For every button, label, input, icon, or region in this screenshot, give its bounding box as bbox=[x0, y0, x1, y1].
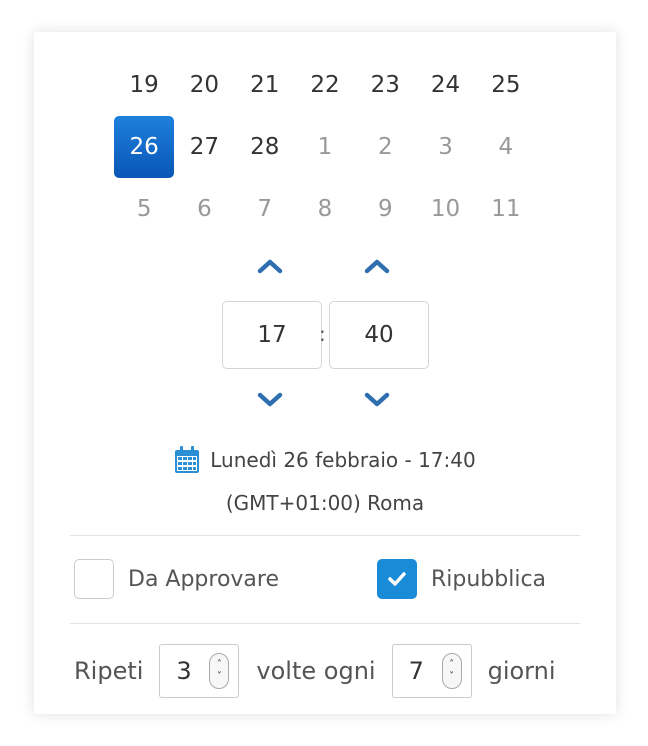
minute-field[interactable]: 40 bbox=[329, 301, 429, 369]
calendar-day[interactable]: 22 bbox=[295, 54, 355, 116]
timezone-text: (GMT+01:00) Roma bbox=[225, 491, 425, 515]
calendar-week-row: 5 6 7 8 9 10 11 bbox=[114, 178, 536, 240]
calendar-day[interactable]: 21 bbox=[235, 54, 295, 116]
selected-date-text: Lunedì 26 febbraio - 17:40 bbox=[210, 448, 476, 472]
republish-checkbox[interactable] bbox=[377, 559, 417, 599]
calendar-day[interactable]: 25 bbox=[476, 54, 536, 116]
every-label: volte ogni bbox=[256, 657, 376, 685]
checkmark-icon bbox=[388, 572, 406, 586]
date-time-picker-panel: 19 20 21 22 23 24 25 26 27 28 1 2 3 4 5 6 7 8 9 10 11 17 : 4… bbox=[34, 32, 616, 714]
chevron-down-icon bbox=[257, 392, 283, 407]
calendar-day[interactable]: 2 bbox=[355, 116, 415, 178]
repeat-times-stepper[interactable]: 3 ˄ ˅ bbox=[159, 644, 240, 698]
republish-option[interactable]: Ripubblica bbox=[377, 559, 546, 599]
chevron-up-icon bbox=[257, 259, 283, 274]
calendar-week-row: 19 20 21 22 23 24 25 bbox=[114, 54, 536, 116]
selected-datetime-summary: Lunedì 26 febbraio - 17:40 bbox=[34, 446, 616, 474]
calendar-day[interactable]: 3 bbox=[415, 116, 475, 178]
calendar-day[interactable]: 5 bbox=[114, 178, 174, 240]
hour-field[interactable]: 17 bbox=[222, 301, 322, 369]
repeat-days-stepper[interactable]: 7 ˄ ˅ bbox=[391, 644, 472, 698]
calendar-day[interactable]: 20 bbox=[174, 54, 234, 116]
divider bbox=[70, 535, 580, 536]
calendar-day[interactable]: 19 bbox=[114, 54, 174, 116]
calendar-day[interactable]: 4 bbox=[476, 116, 536, 178]
calendar-day[interactable]: 9 bbox=[355, 178, 415, 240]
calendar-day[interactable]: 6 bbox=[174, 178, 234, 240]
approve-label: Da Approvare bbox=[128, 566, 280, 592]
repeat-times-value: 3 bbox=[176, 657, 192, 685]
calendar-grid: 19 20 21 22 23 24 25 26 27 28 1 2 3 4 5 6 7 8 9 10 11 bbox=[114, 54, 536, 240]
repeat-days-value: 7 bbox=[408, 657, 424, 685]
minute-increment-button[interactable] bbox=[362, 255, 392, 277]
calendar-day[interactable]: 1 bbox=[295, 116, 355, 178]
chevron-up-icon bbox=[364, 259, 390, 274]
divider bbox=[70, 623, 580, 624]
calendar-day[interactable]: 8 bbox=[295, 178, 355, 240]
time-separator: : bbox=[319, 322, 326, 346]
spinner-arrows-icon[interactable]: ˄ ˅ bbox=[209, 653, 230, 689]
approve-checkbox[interactable] bbox=[74, 559, 114, 599]
approve-option[interactable]: Da Approvare bbox=[74, 559, 279, 599]
republish-label: Ripubblica bbox=[431, 566, 547, 592]
calendar-day[interactable]: 7 bbox=[235, 178, 295, 240]
minute-decrement-button[interactable] bbox=[362, 389, 392, 411]
hour-increment-button[interactable] bbox=[255, 255, 285, 277]
hour-decrement-button[interactable] bbox=[255, 389, 285, 411]
calendar-week-row: 26 27 28 1 2 3 4 bbox=[114, 116, 536, 178]
repeat-label: Ripeti bbox=[74, 657, 144, 685]
days-label: giorni bbox=[487, 657, 556, 685]
calendar-day[interactable]: 24 bbox=[415, 54, 475, 116]
calendar-day[interactable]: 28 bbox=[235, 116, 295, 178]
repeat-settings: Ripeti 3 ˄ ˅ volte ogni 7 ˄ ˅ giorni bbox=[74, 644, 556, 698]
calendar-day[interactable]: 27 bbox=[174, 116, 234, 178]
calendar-day[interactable]: 11 bbox=[476, 178, 536, 240]
spinner-arrows-icon[interactable]: ˄ ˅ bbox=[441, 653, 462, 689]
calendar-day[interactable]: 23 bbox=[355, 54, 415, 116]
chevron-down-icon bbox=[364, 392, 390, 407]
calendar-icon bbox=[175, 446, 200, 473]
calendar-day-selected[interactable]: 26 bbox=[114, 116, 175, 178]
calendar-day[interactable]: 10 bbox=[415, 178, 475, 240]
